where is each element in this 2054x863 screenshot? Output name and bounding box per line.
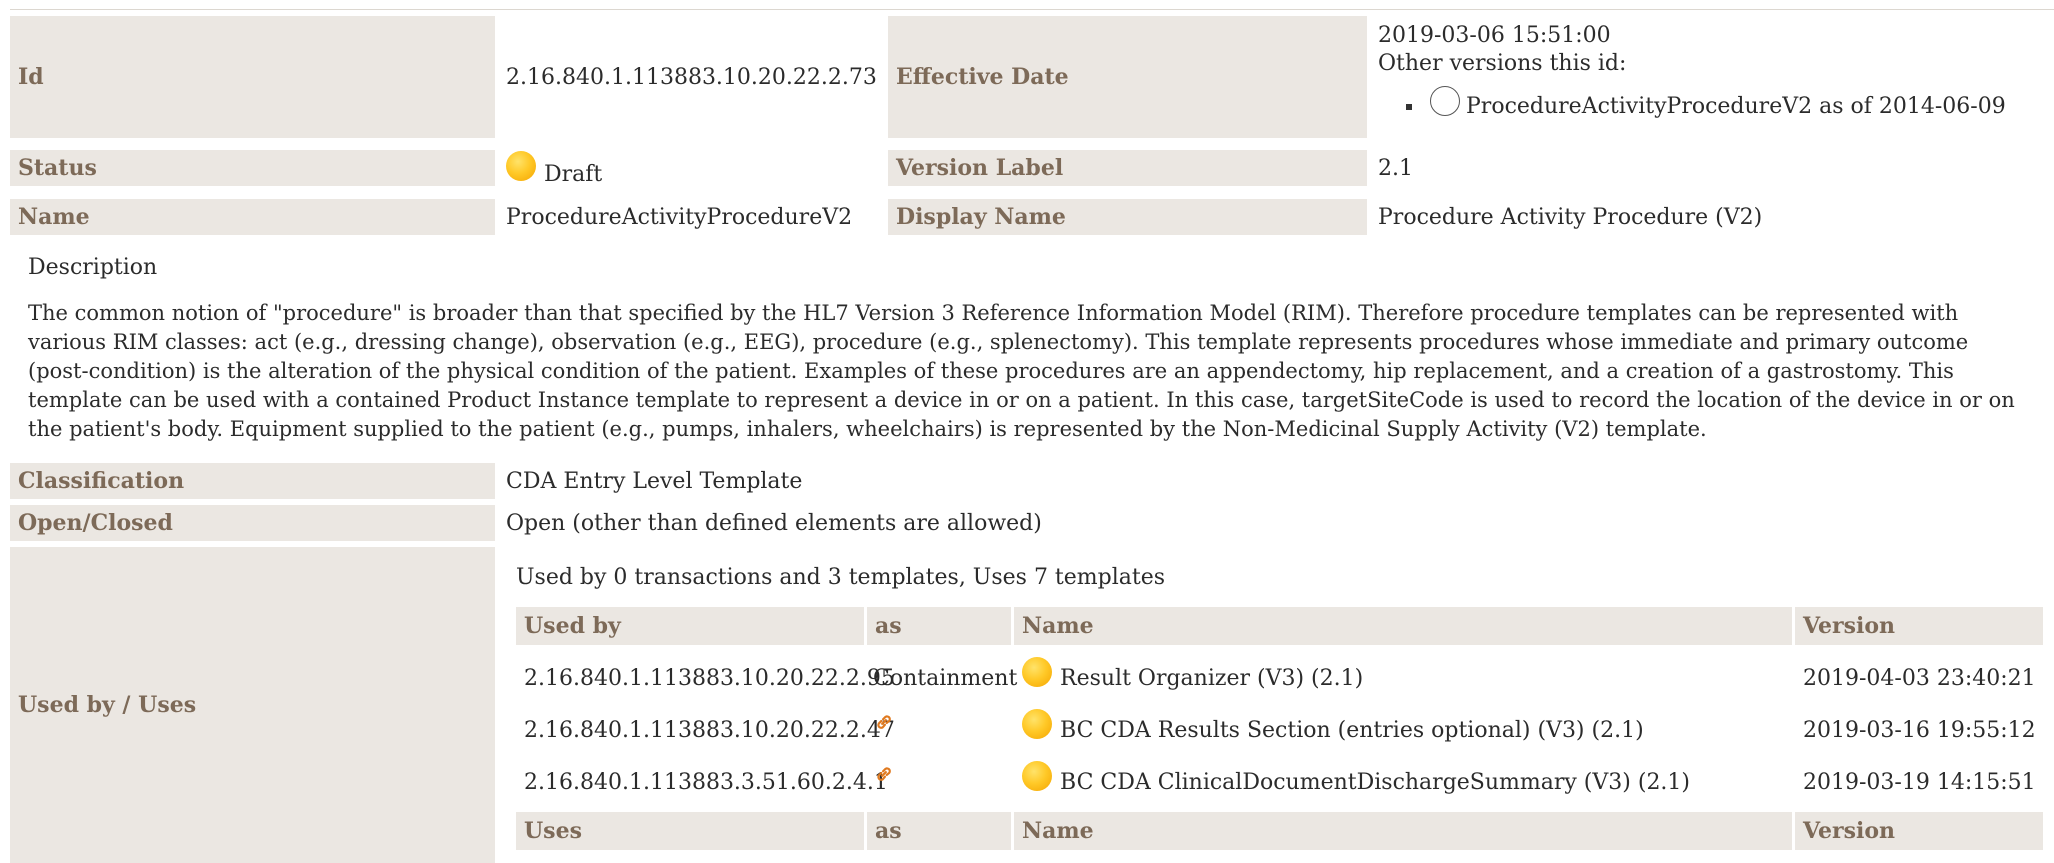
table-row-version: 2019-04-03 23:40:21 xyxy=(1795,656,2043,700)
status-draft-icon xyxy=(1022,657,1052,687)
id-value-text: 2.16.840.1.113883.10.20.22.2.73 xyxy=(506,64,877,90)
description-text: The common notion of "procedure" is broa… xyxy=(28,301,2015,441)
version-label-value: 2.1 xyxy=(1370,150,2050,186)
row-2-name-link[interactable]: BC CDA ClinicalDocumentDischargeSummary … xyxy=(1060,770,1690,795)
row-2-id-text: 2.16.840.1.113883.3.51.60.2.4.1 xyxy=(524,769,888,795)
display-name-value: Procedure Activity Procedure (V2) xyxy=(1370,199,2050,235)
link-icon[interactable] xyxy=(873,711,895,733)
used-by-header-as: as xyxy=(867,607,1011,645)
status-label: Status xyxy=(10,150,495,186)
classification-label: Classification xyxy=(10,463,495,499)
status-value-text: Draft xyxy=(544,161,603,187)
status-draft-icon xyxy=(1022,709,1052,739)
table-row-name[interactable]: Result Organizer (V3) (2.1) xyxy=(1014,656,1792,700)
used-by-header-used-by: Used by xyxy=(516,607,864,645)
status-draft-icon xyxy=(506,151,536,181)
table-row-id: 2.16.840.1.113883.3.51.60.2.4.1 xyxy=(516,760,888,804)
open-closed-label-text: Open/Closed xyxy=(18,510,173,536)
version-label-value-text: 2.1 xyxy=(1378,155,1413,181)
uses-header-version: Version xyxy=(1795,812,2043,850)
table-row-as: Containment xyxy=(867,656,1017,700)
used-by-uses-label: Used by / Uses xyxy=(10,547,495,863)
name-label-text: Name xyxy=(18,204,90,230)
template-detail-page: Id 2.16.840.1.113883.10.20.22.2.73 Effec… xyxy=(0,0,2054,863)
row-1-name-link[interactable]: BC CDA Results Section (entries optional… xyxy=(1060,718,1644,743)
row-2-version-text: 2019-03-19 14:15:51 xyxy=(1803,769,2036,795)
used-by-summary-text: Used by 0 transactions and 3 templates, … xyxy=(516,564,1166,590)
status-label-text: Status xyxy=(18,155,97,181)
used-by-header-name: Name xyxy=(1014,607,1792,645)
uses-header-name-text: Name xyxy=(1022,818,1094,844)
used-by-header-version: Version xyxy=(1795,607,2043,645)
id-label: Id xyxy=(10,16,495,138)
bullet-icon xyxy=(1406,104,1412,110)
row-0-version-text: 2019-04-03 23:40:21 xyxy=(1803,665,2036,691)
display-name-label: Display Name xyxy=(888,199,1367,235)
status-value: Draft xyxy=(498,150,885,187)
row-0-name-link[interactable]: Result Organizer (V3) (2.1) xyxy=(1060,666,1363,691)
effective-date-label: Effective Date xyxy=(888,16,1367,138)
name-value: ProcedureActivityProcedureV2 xyxy=(498,199,885,235)
used-by-header-as-text: as xyxy=(875,613,902,639)
table-row-version: 2019-03-19 14:15:51 xyxy=(1795,760,2043,804)
open-closed-value: Open (other than defined elements are al… xyxy=(498,505,2048,541)
name-label: Name xyxy=(10,199,495,235)
row-1-version-text: 2019-03-16 19:55:12 xyxy=(1803,717,2036,743)
uses-header-uses-text: Uses xyxy=(524,818,582,844)
display-name-value-text: Procedure Activity Procedure (V2) xyxy=(1378,204,1763,230)
other-versions-label: Other versions this id: xyxy=(1378,51,1627,76)
table-row-version: 2019-03-16 19:55:12 xyxy=(1795,708,2043,752)
used-by-header-name-text: Name xyxy=(1022,613,1094,639)
table-row-as[interactable] xyxy=(867,760,1011,804)
version-label-label-text: Version Label xyxy=(896,155,1064,181)
effective-date-text: 2019-03-06 15:51:00 xyxy=(1378,23,1611,48)
used-by-header-version-text: Version xyxy=(1803,613,1896,639)
table-row-id: 2.16.840.1.113883.10.20.22.2.47 xyxy=(516,708,895,752)
description-title: Description xyxy=(28,255,158,280)
uses-header-as-text: as xyxy=(875,818,902,844)
id-value: 2.16.840.1.113883.10.20.22.2.73 xyxy=(498,16,885,138)
uses-header-version-text: Version xyxy=(1803,818,1896,844)
uses-header-uses: Uses xyxy=(516,812,864,850)
classification-value: CDA Entry Level Template xyxy=(498,463,2048,499)
status-draft-icon xyxy=(1022,761,1052,791)
classification-label-text: Classification xyxy=(18,468,185,494)
id-label-text: Id xyxy=(18,64,44,90)
used-by-header-used-by-text: Used by xyxy=(524,613,621,639)
row-0-id-text: 2.16.840.1.113883.10.20.22.2.95 xyxy=(524,665,895,691)
used-by-uses-label-text: Used by / Uses xyxy=(18,692,197,718)
uses-header-as: as xyxy=(867,812,1011,850)
open-closed-label: Open/Closed xyxy=(10,505,495,541)
used-by-summary: Used by 0 transactions and 3 templates, … xyxy=(508,561,2008,593)
open-closed-value-text: Open (other than defined elements are al… xyxy=(506,510,1042,536)
table-row-name[interactable]: BC CDA ClinicalDocumentDischargeSummary … xyxy=(1014,760,1792,804)
classification-value-text: CDA Entry Level Template xyxy=(506,468,803,494)
display-name-label-text: Display Name xyxy=(896,204,1066,230)
effective-date-label-text: Effective Date xyxy=(896,64,1069,90)
table-row-id: 2.16.840.1.113883.10.20.22.2.95 xyxy=(516,656,895,700)
other-version-item[interactable]: ProcedureActivityProcedureV2 as of 2014-… xyxy=(1406,86,2006,122)
uses-header-name: Name xyxy=(1014,812,1792,850)
version-label-label: Version Label xyxy=(888,150,1367,186)
name-value-text: ProcedureActivityProcedureV2 xyxy=(506,204,853,230)
other-version-link[interactable]: ProcedureActivityProcedureV2 as of 2014-… xyxy=(1466,94,2006,119)
table-row-as[interactable] xyxy=(867,708,1011,752)
status-empty-circle-icon xyxy=(1430,86,1460,116)
effective-date-value: 2019-03-06 15:51:00 Other versions this … xyxy=(1370,16,2050,138)
link-icon[interactable] xyxy=(873,763,895,785)
row-1-id-text: 2.16.840.1.113883.10.20.22.2.47 xyxy=(524,717,895,743)
row-0-as-text: Containment xyxy=(873,665,1018,691)
top-divider xyxy=(10,9,2054,10)
table-row-name[interactable]: BC CDA Results Section (entries optional… xyxy=(1014,708,1792,752)
